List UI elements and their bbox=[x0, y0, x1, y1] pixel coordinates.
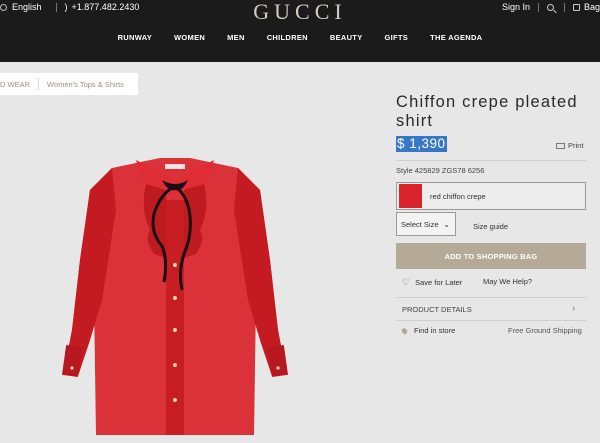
divider bbox=[38, 78, 39, 90]
sign-in-link[interactable]: Sign In bbox=[502, 2, 530, 12]
nav-item-women[interactable]: WOMEN bbox=[174, 33, 205, 42]
button bbox=[173, 398, 177, 402]
save-for-later-link[interactable]: ♡ Save for Later bbox=[402, 277, 462, 288]
divider bbox=[537, 2, 539, 12]
chevron-right-icon[interactable]: › bbox=[572, 303, 575, 314]
color-selector[interactable]: red chiffon crepe bbox=[396, 182, 586, 210]
color-swatch[interactable] bbox=[399, 184, 422, 208]
product-title: Chiffon crepe pleated shirt bbox=[396, 93, 578, 130]
size-select[interactable]: Select Size ⌄ bbox=[396, 212, 456, 236]
nav-item-men[interactable]: MEN bbox=[227, 33, 245, 42]
nav-item-children[interactable]: CHILDREN bbox=[267, 33, 308, 42]
chevron-down-icon: ⌄ bbox=[443, 220, 450, 229]
divider bbox=[563, 2, 565, 12]
heart-icon: ♡ bbox=[402, 277, 411, 287]
print-icon bbox=[556, 142, 565, 149]
site-header: English ) +1.877.482.2430 GUCCI Sign In … bbox=[0, 0, 600, 62]
button bbox=[173, 328, 177, 332]
print-label: Print bbox=[568, 141, 584, 150]
bag-icon[interactable] bbox=[572, 3, 580, 11]
button bbox=[173, 296, 177, 300]
divider bbox=[396, 160, 586, 161]
product-details-toggle[interactable]: PRODUCT DETAILS bbox=[402, 305, 472, 314]
breadcrumb: D WEAR Women's Tops & Shirts bbox=[0, 73, 138, 95]
product-image[interactable] bbox=[50, 150, 300, 440]
utility-right: Sign In Bag bbox=[502, 0, 600, 14]
divider bbox=[396, 297, 586, 298]
nav-item-gifts[interactable]: GIFTS bbox=[385, 33, 409, 42]
button bbox=[70, 366, 74, 370]
may-we-help-link[interactable]: May We Help? bbox=[483, 277, 532, 286]
add-to-bag-button[interactable]: ADD TO SHOPPING BAG bbox=[396, 243, 586, 269]
collar-label bbox=[165, 164, 185, 169]
button bbox=[276, 366, 280, 370]
find-in-store-label: Find in store bbox=[414, 326, 456, 335]
color-label: red chiffon crepe bbox=[430, 191, 486, 201]
shipping-info: Free Ground Shipping bbox=[508, 326, 582, 335]
button bbox=[173, 263, 177, 267]
search-icon[interactable] bbox=[546, 3, 554, 11]
breadcrumb-item[interactable]: Women's Tops & Shirts bbox=[47, 80, 124, 89]
divider bbox=[396, 320, 586, 321]
size-select-label: Select Size bbox=[401, 219, 439, 229]
style-number: Style 425829 ZGS78 6256 bbox=[396, 166, 485, 175]
button bbox=[173, 363, 177, 367]
product-price: $ 1,390 bbox=[396, 136, 447, 152]
save-for-later-label: Save for Later bbox=[415, 278, 463, 287]
bag-link[interactable]: Bag bbox=[584, 2, 600, 12]
nav-item-runway[interactable]: RUNWAY bbox=[118, 33, 152, 42]
print-link[interactable]: Print bbox=[556, 141, 583, 150]
size-guide-link[interactable]: Size guide bbox=[473, 222, 508, 231]
nav-item-the-agenda[interactable]: THE AGENDA bbox=[430, 33, 482, 42]
find-in-store-link[interactable]: Find in store bbox=[400, 326, 456, 335]
nav-item-beauty[interactable]: BEAUTY bbox=[330, 33, 363, 42]
breadcrumb-item[interactable]: D WEAR bbox=[0, 80, 30, 89]
main-nav: RUNWAY WOMEN MEN CHILDREN BEAUTY GIFTS T… bbox=[0, 33, 600, 42]
map-pin-icon bbox=[400, 326, 409, 335]
